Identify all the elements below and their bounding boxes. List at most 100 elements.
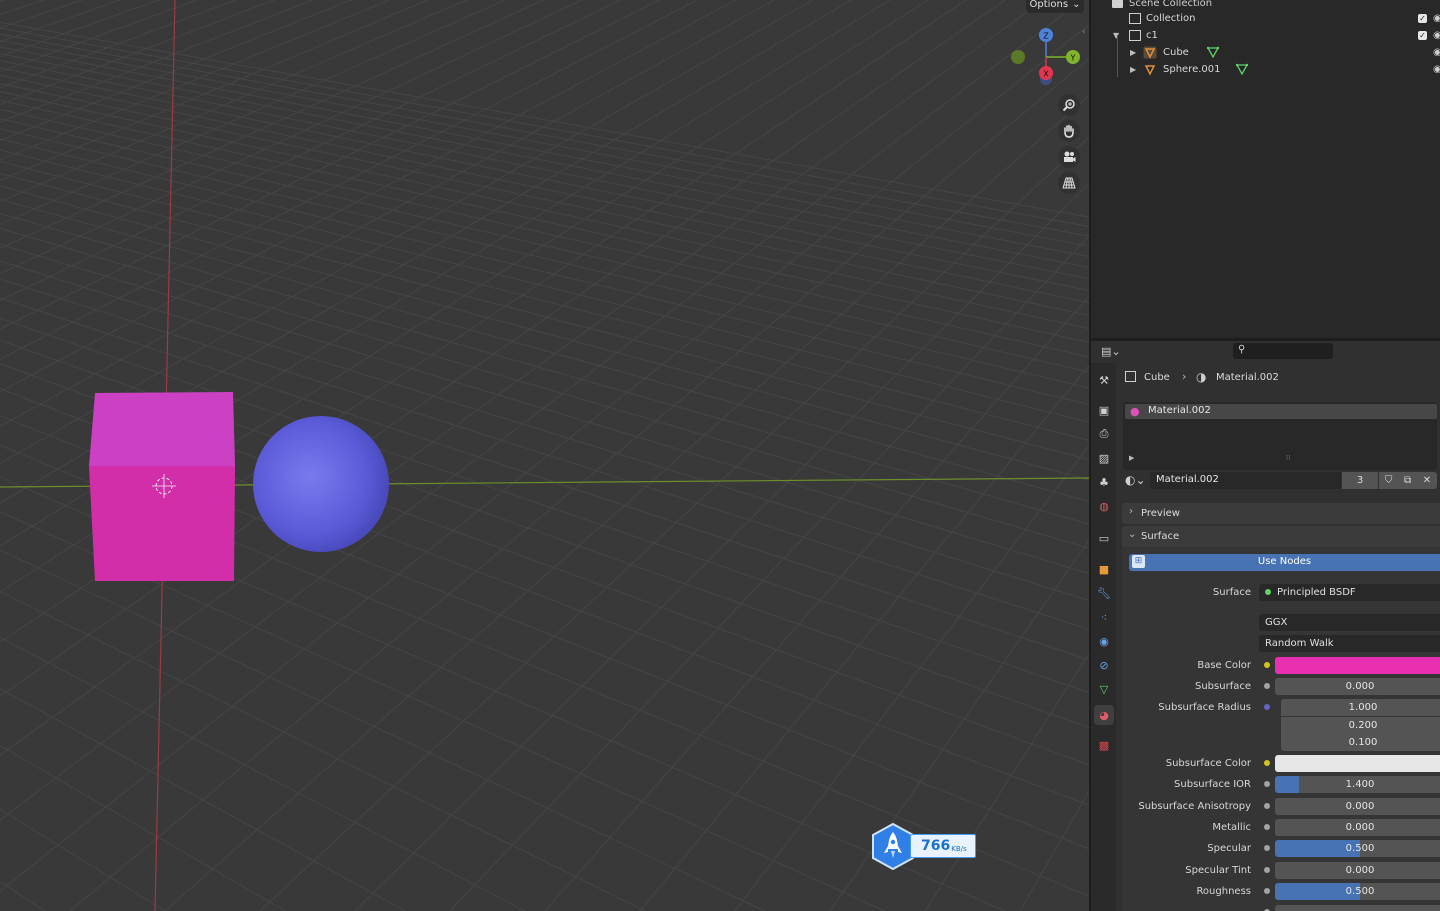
fake-user-shield-icon[interactable]: ⛉ <box>1385 475 1393 486</box>
eye-visibility-icon[interactable]: ◉ <box>1433 13 1440 24</box>
field-value: 0.000 <box>1345 801 1375 812</box>
expand-arrow-right-icon[interactable]: ▶ <box>1130 65 1136 74</box>
scene-tab-icon[interactable]: ♣ <box>1095 473 1113 491</box>
socket-dot[interactable] <box>1264 803 1270 809</box>
subsurface-ior-field[interactable]: 1.400 <box>1275 776 1440 793</box>
mesh-data-icon[interactable] <box>1236 63 1248 75</box>
output-tab-icon[interactable]: ⎙ <box>1095 425 1113 443</box>
socket-dot[interactable] <box>1264 683 1270 689</box>
subsurface-radius-x[interactable]: 1.000 <box>1281 699 1440 716</box>
param-label: Specular Tint <box>1185 865 1251 876</box>
eye-visibility-icon[interactable]: ◉ <box>1433 47 1440 58</box>
expand-arrow-right-icon[interactable]: ▶ <box>1129 454 1134 462</box>
constraints-tab-icon[interactable]: ⊘ <box>1095 656 1113 674</box>
exclude-checkbox[interactable]: ✓ <box>1418 31 1427 40</box>
socket-dot[interactable] <box>1264 760 1270 766</box>
socket-dot[interactable] <box>1264 867 1270 873</box>
shader-socket-icon <box>1265 589 1271 595</box>
cube-object[interactable] <box>89 392 235 581</box>
outliner-row-label: Sphere.001 <box>1163 64 1221 75</box>
sphere-object[interactable] <box>253 416 389 552</box>
editor-type-icon[interactable]: ▤⌄ <box>1101 345 1121 358</box>
exclude-checkbox[interactable]: ✓ <box>1418 14 1427 23</box>
specular-field[interactable]: 0.500 <box>1275 840 1440 857</box>
grid-perspective-icon[interactable] <box>1058 172 1080 194</box>
subsurface-method-dropdown[interactable]: Random Walk ⌄ <box>1259 635 1440 652</box>
collection-icon <box>1129 30 1141 41</box>
subsurface-method-value: Random Walk <box>1265 638 1334 649</box>
texture-tab-icon[interactable]: ▩ <box>1095 736 1113 754</box>
material-slot-list[interactable]: ● Material.002 ▶ ⁞⁞ <box>1123 402 1437 470</box>
svg-text:Z: Z <box>1043 32 1049 41</box>
material-slot-item[interactable]: ● Material.002 <box>1125 404 1437 419</box>
distribution-dropdown[interactable]: GGX ⌄ <box>1259 614 1440 631</box>
base-color-swatch[interactable] <box>1275 657 1440 674</box>
tree-line <box>1117 35 1118 77</box>
camera-icon[interactable] <box>1058 146 1080 168</box>
surface-panel-header[interactable]: ⌄ Surface <box>1122 526 1440 547</box>
surface-shader-dropdown[interactable]: Principled BSDF <box>1259 584 1440 601</box>
subsurface-field[interactable]: 0.000 <box>1275 678 1440 695</box>
hand-pan-icon[interactable] <box>1058 120 1080 142</box>
surface-shader-value: Principled BSDF <box>1277 587 1356 598</box>
material-name-field[interactable]: Material.002 <box>1150 472 1341 489</box>
resize-grip-icon[interactable]: ⁞⁞ <box>1286 454 1290 462</box>
socket-dot[interactable] <box>1264 824 1270 830</box>
user-count[interactable]: 3 <box>1342 472 1378 489</box>
breadcrumb-object: Cube <box>1144 372 1170 383</box>
socket-dot[interactable] <box>1264 781 1270 787</box>
roughness-field[interactable]: 0.500 <box>1275 883 1440 900</box>
duplicate-icon[interactable]: ⧉ <box>1404 475 1411 486</box>
network-speed-widget[interactable]: 766 KB/s <box>870 822 980 870</box>
mesh-data-tab-icon[interactable]: ▽ <box>1095 680 1113 698</box>
close-icon[interactable]: ✕ <box>1423 475 1431 486</box>
metallic-field[interactable]: 0.000 <box>1275 819 1440 836</box>
socket-dot[interactable] <box>1264 845 1270 851</box>
object-tab-icon[interactable]: ■ <box>1095 560 1113 578</box>
modifier-wrench-tab-icon[interactable]: 🔧︎ <box>1095 584 1113 602</box>
3d-viewport[interactable]: Z Y X Options ⌄ ‹ 766 KB/s <box>0 0 1089 911</box>
next-param-field[interactable] <box>1275 905 1440 911</box>
world-tab-icon[interactable]: ◍ <box>1095 497 1113 515</box>
subsurface-radius-y[interactable]: 0.200 <box>1281 717 1440 734</box>
param-label: Base Color <box>1197 660 1251 671</box>
subsurface-anisotropy-field[interactable]: 0.000 <box>1275 798 1440 815</box>
options-dropdown[interactable]: Options ⌄ <box>1026 0 1084 13</box>
outliner[interactable]: Scene Collection Collection ✓ ◉ ▼ c1 ✓ ◉… <box>1091 0 1440 338</box>
collection-tab-icon[interactable]: ▭ <box>1095 529 1113 547</box>
subsurface-color-swatch[interactable] <box>1275 755 1440 772</box>
sidebar-toggle-arrow-icon[interactable]: ‹ <box>1082 27 1086 37</box>
outliner-row-collection[interactable]: Collection ✓ ◉ <box>1091 10 1440 27</box>
mesh-data-icon[interactable] <box>1207 46 1219 58</box>
specular-tint-field[interactable]: 0.000 <box>1275 862 1440 879</box>
datablock-actions: ⛉ ⧉ ✕ <box>1379 472 1437 489</box>
navigation-gizmo[interactable]: Z Y X <box>1011 28 1080 85</box>
socket-dot[interactable] <box>1264 888 1270 894</box>
socket-dot[interactable] <box>1264 704 1270 710</box>
speed-value: 766 <box>921 838 951 854</box>
eye-visibility-icon[interactable]: ◉ <box>1433 64 1440 75</box>
preview-panel-header[interactable]: › Preview <box>1122 503 1440 524</box>
svg-text:Y: Y <box>1070 54 1076 63</box>
socket-dot[interactable] <box>1264 662 1270 668</box>
tool-tab-icon[interactable]: ⚒ <box>1095 371 1113 389</box>
outliner-row-sphere[interactable]: ▶ Sphere.001 ◉ <box>1091 61 1440 78</box>
view-layer-tab-icon[interactable]: ▨ <box>1095 449 1113 467</box>
param-label: Specular <box>1207 843 1251 854</box>
properties-search-input[interactable]: ⚲ <box>1233 343 1333 359</box>
material-tab-icon[interactable]: ◕ <box>1094 705 1114 725</box>
use-nodes-button[interactable]: ⊞ Use Nodes <box>1129 554 1440 571</box>
particles-tab-icon[interactable]: ⁖ <box>1095 608 1113 626</box>
chevron-down-icon: ⌄ <box>1072 0 1081 10</box>
subsurface-radius-z[interactable]: 0.100 <box>1281 734 1440 751</box>
physics-tab-icon[interactable]: ◉ <box>1095 632 1113 650</box>
eye-visibility-icon[interactable]: ◉ <box>1433 30 1440 41</box>
browse-material-icon[interactable]: ◐⌄ <box>1125 473 1146 487</box>
outliner-row-c1[interactable]: ▼ c1 ✓ ◉ <box>1091 27 1440 44</box>
chevron-right-icon: › <box>1129 506 1133 517</box>
zoom-icon[interactable] <box>1058 94 1080 116</box>
outliner-row-label: Cube <box>1163 47 1189 58</box>
expand-arrow-right-icon[interactable]: ▶ <box>1130 48 1136 57</box>
render-tab-icon[interactable]: ▣ <box>1095 401 1113 419</box>
outliner-row-cube[interactable]: ▶ Cube ◉ <box>1091 44 1440 61</box>
